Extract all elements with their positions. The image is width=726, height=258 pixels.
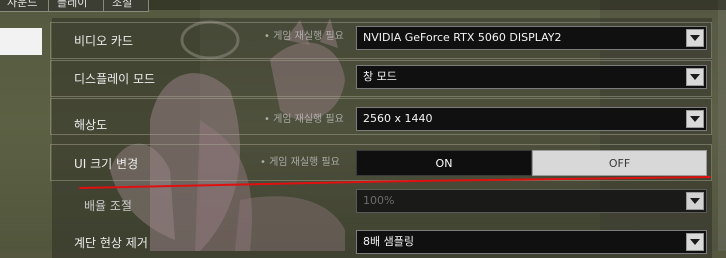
display-mode-dropdown[interactable]: 창 모드 <box>356 65 707 89</box>
setting-note-resolution: • 게임 재실행 필요 <box>264 114 344 125</box>
resolution-dropdown[interactable]: 2560 x 1440 <box>356 107 707 131</box>
tab-control[interactable]: 조절 <box>103 0 149 12</box>
setting-label-anti-aliasing: 계단 현상 제거 <box>74 236 148 250</box>
anti-aliasing-dropdown[interactable]: 8배 샘플링 <box>356 230 707 254</box>
chevron-down-icon[interactable] <box>686 29 704 47</box>
setting-label-display-mode: 디스플레이 모드 <box>74 72 156 86</box>
tab-play[interactable]: 플레이 <box>48 0 105 12</box>
video-card-dropdown[interactable]: NVIDIA GeForce RTX 5060 DISPLAY2 <box>356 26 707 50</box>
setting-note-video-card: • 게임 재실행 필요 <box>264 31 344 42</box>
setting-label-scale-ratio: 배율 조절 <box>84 199 132 213</box>
chevron-down-icon <box>686 192 704 210</box>
scale-ratio-value: 100% <box>363 194 395 207</box>
setting-label-resolution: 해상도 <box>74 118 108 132</box>
ui-scale-off-button[interactable]: OFF <box>532 150 707 176</box>
chevron-down-icon[interactable] <box>686 68 704 86</box>
video-card-value: NVIDIA GeForce RTX 5060 DISPLAY2 <box>363 31 562 44</box>
chevron-down-icon[interactable] <box>686 110 704 128</box>
setting-label-ui-scale: UI 크기 변경 <box>74 157 139 171</box>
resolution-value: 2560 x 1440 <box>363 112 433 125</box>
tab-sound[interactable]: 사운드 <box>0 0 54 12</box>
chevron-down-icon[interactable] <box>686 233 704 251</box>
scale-ratio-dropdown: 100% <box>356 189 707 213</box>
display-mode-value: 창 모드 <box>363 70 397 83</box>
setting-label-video-card: 비디오 카드 <box>74 34 134 48</box>
selected-category-panel[interactable] <box>0 28 42 55</box>
setting-note-ui-scale: • 게임 재실행 필요 <box>260 157 340 168</box>
ui-scale-toggle: ON OFF <box>356 150 707 176</box>
ui-scale-on-button[interactable]: ON <box>356 150 532 176</box>
anti-aliasing-value: 8배 샘플링 <box>363 235 414 248</box>
